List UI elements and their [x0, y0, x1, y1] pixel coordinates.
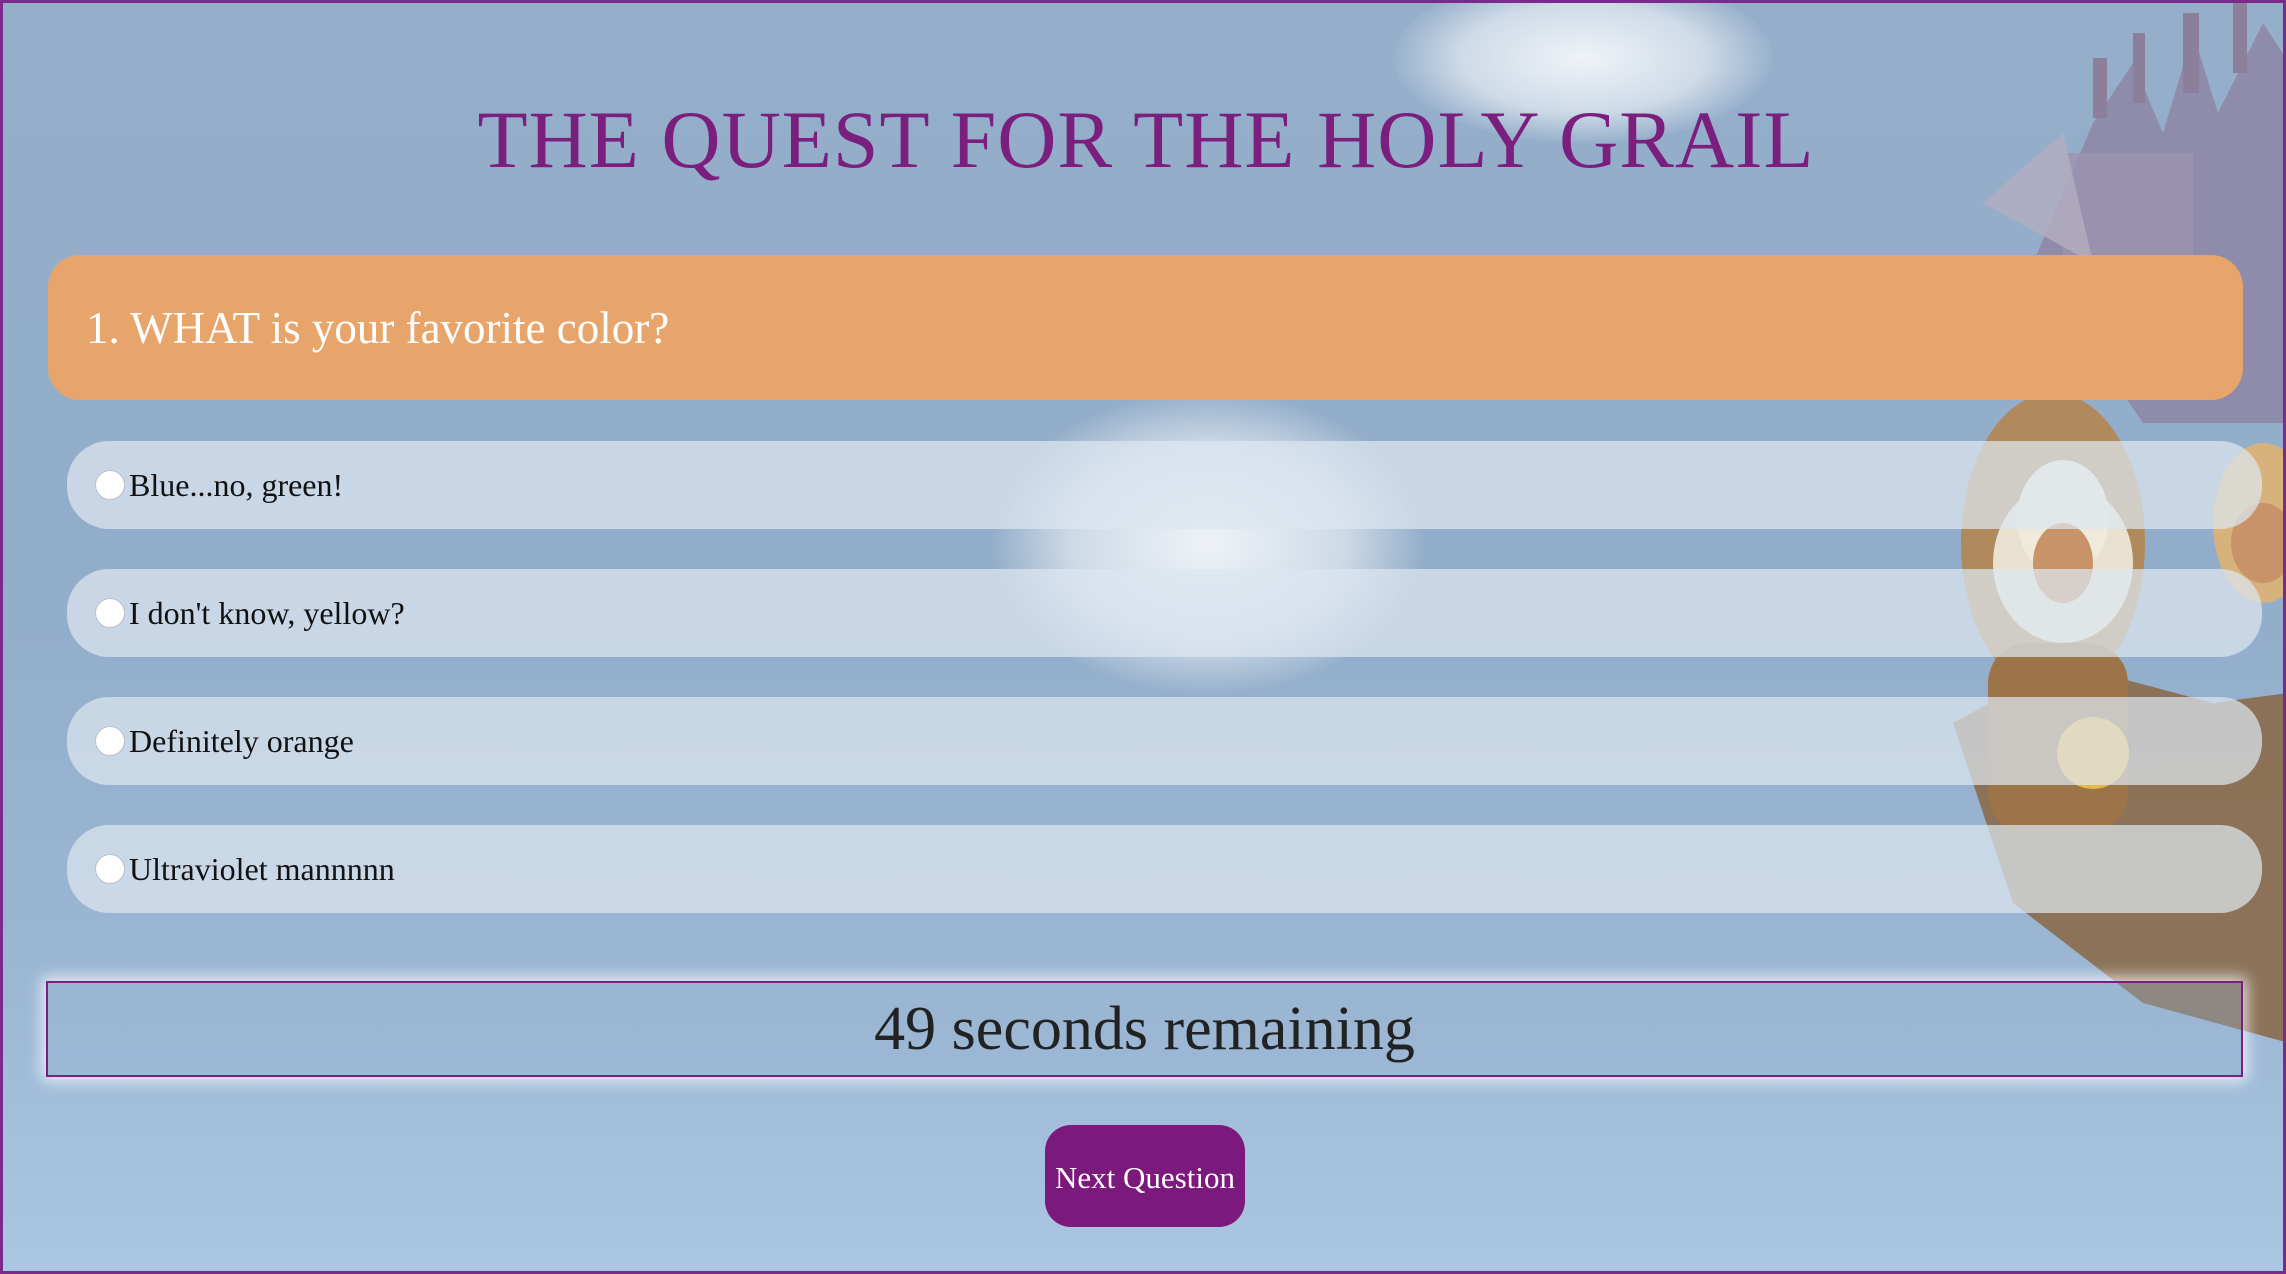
- page-title: THE QUEST FOR THE HOLY GRAIL: [477, 94, 1815, 185]
- radio-button[interactable]: [95, 470, 125, 500]
- answer-label: Ultraviolet mannnnn: [129, 850, 395, 887]
- timer-text: 49 seconds remaining: [874, 994, 1415, 1063]
- answer-option-3[interactable]: Definitely orange: [67, 697, 2262, 785]
- quiz-page: THE QUEST FOR THE HOLY GRAIL 1. WHAT is …: [0, 0, 2286, 1274]
- radio-button[interactable]: [95, 598, 125, 628]
- radio-button[interactable]: [95, 854, 125, 884]
- next-question-button[interactable]: Next Question: [1045, 1125, 1245, 1227]
- answer-label: I don't know, yellow?: [129, 594, 405, 631]
- radio-button[interactable]: [95, 726, 125, 756]
- countdown-timer: 49 seconds remaining: [46, 981, 2243, 1077]
- answer-option-4[interactable]: Ultraviolet mannnnn: [67, 825, 2262, 913]
- question-bar: 1. WHAT is your favorite color?: [48, 255, 2243, 400]
- answer-option-1[interactable]: Blue...no, green!: [67, 441, 2262, 529]
- answer-label: Definitely orange: [129, 722, 354, 759]
- answer-label: Blue...no, green!: [129, 466, 344, 503]
- answer-option-2[interactable]: I don't know, yellow?: [67, 569, 2262, 657]
- question-text: 1. WHAT is your favorite color?: [86, 302, 670, 353]
